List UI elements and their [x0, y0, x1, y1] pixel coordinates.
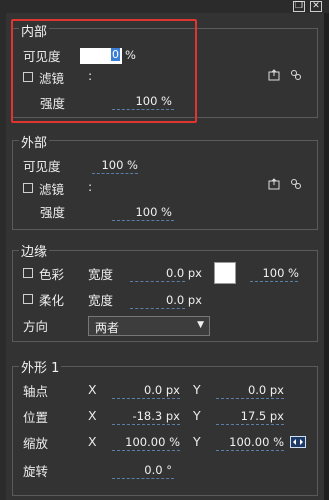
border-soften-width-label: 宽度 — [88, 293, 114, 308]
outer-filter-colon: : — [88, 179, 93, 194]
scale-y-label: Y — [193, 434, 201, 449]
position-y-label: Y — [193, 408, 201, 423]
position-x-label: X — [88, 408, 97, 423]
scale-x-label: X — [88, 434, 97, 449]
outer-filter-settings-icon[interactable] — [290, 178, 302, 190]
rotate-underline — [112, 478, 174, 479]
title-bar — [0, 0, 329, 14]
outer-strength-underline — [112, 220, 174, 221]
border-direction-label: 方向 — [23, 319, 49, 334]
border-color-percent[interactable]: 100 % — [254, 266, 299, 280]
scale-label: 缩放 — [23, 436, 49, 451]
scale-y-underline — [216, 450, 284, 451]
axis-x-value[interactable]: 0.0 px — [118, 383, 180, 397]
border-color-swatch[interactable] — [214, 262, 236, 284]
highlight-annotation — [11, 19, 197, 123]
scale-x-value[interactable]: 100.00 % — [108, 435, 180, 449]
border-width-label: 宽度 — [88, 267, 114, 282]
axis-x-label: X — [88, 382, 97, 397]
border-group-title: 边缘 — [19, 241, 50, 260]
outer-strength-label: 强度 — [40, 205, 66, 220]
border-soften-label: 柔化 — [39, 293, 65, 308]
position-x-underline — [112, 424, 180, 425]
axis-y-underline — [216, 398, 284, 399]
border-direction-dropdown[interactable]: 两者 ▼ — [88, 316, 210, 336]
border-soften-checkbox[interactable] — [23, 294, 33, 304]
shape-group-title: 外形 1 — [19, 357, 62, 376]
border-width-underline — [130, 281, 185, 282]
scale-x-underline — [112, 450, 180, 451]
position-x-value[interactable]: -18.3 px — [118, 409, 180, 423]
filter-settings-icon[interactable] — [290, 69, 302, 81]
panel-scrollbar[interactable] — [324, 13, 329, 500]
border-width-value[interactable]: 0.0 px — [142, 266, 202, 280]
outer-filter-label: 滤镜 — [39, 182, 65, 197]
axis-y-value[interactable]: 0.0 px — [222, 383, 284, 397]
border-color-percent-underline — [250, 281, 298, 282]
border-soften-width-underline — [130, 308, 185, 309]
link-scale-icon[interactable] — [290, 436, 306, 448]
rotate-value[interactable]: 0.0 ° — [112, 463, 172, 477]
outer-visibility-label: 可见度 — [23, 159, 61, 174]
outer-visibility-underline — [92, 173, 138, 174]
border-color-checkbox[interactable] — [23, 268, 33, 278]
load-filter-icon[interactable] — [268, 69, 280, 81]
outer-strength-value[interactable]: 100 % — [112, 205, 172, 219]
border-direction-value: 两者 — [95, 321, 120, 335]
outer-load-filter-icon[interactable] — [268, 178, 280, 190]
position-y-value[interactable]: 17.5 px — [222, 409, 284, 423]
axis-label: 轴点 — [23, 384, 49, 399]
rotate-label: 旋转 — [23, 464, 49, 479]
restore-window-icon[interactable]: ❐ — [293, 1, 305, 12]
position-y-underline — [216, 424, 284, 425]
scale-y-value[interactable]: 100.00 % — [210, 435, 284, 449]
chevron-down-icon: ▼ — [197, 320, 204, 330]
axis-x-underline — [112, 398, 180, 399]
close-icon[interactable]: ✕ — [310, 1, 322, 12]
outer-visibility-value[interactable]: 100 % — [92, 158, 138, 172]
border-soften-width-value[interactable]: 0.0 px — [142, 293, 202, 307]
position-label: 位置 — [23, 410, 49, 425]
axis-y-label: Y — [193, 382, 201, 397]
outer-filter-checkbox[interactable] — [23, 183, 33, 193]
outer-group-title: 外部 — [19, 132, 50, 151]
border-color-label: 色彩 — [39, 267, 65, 282]
